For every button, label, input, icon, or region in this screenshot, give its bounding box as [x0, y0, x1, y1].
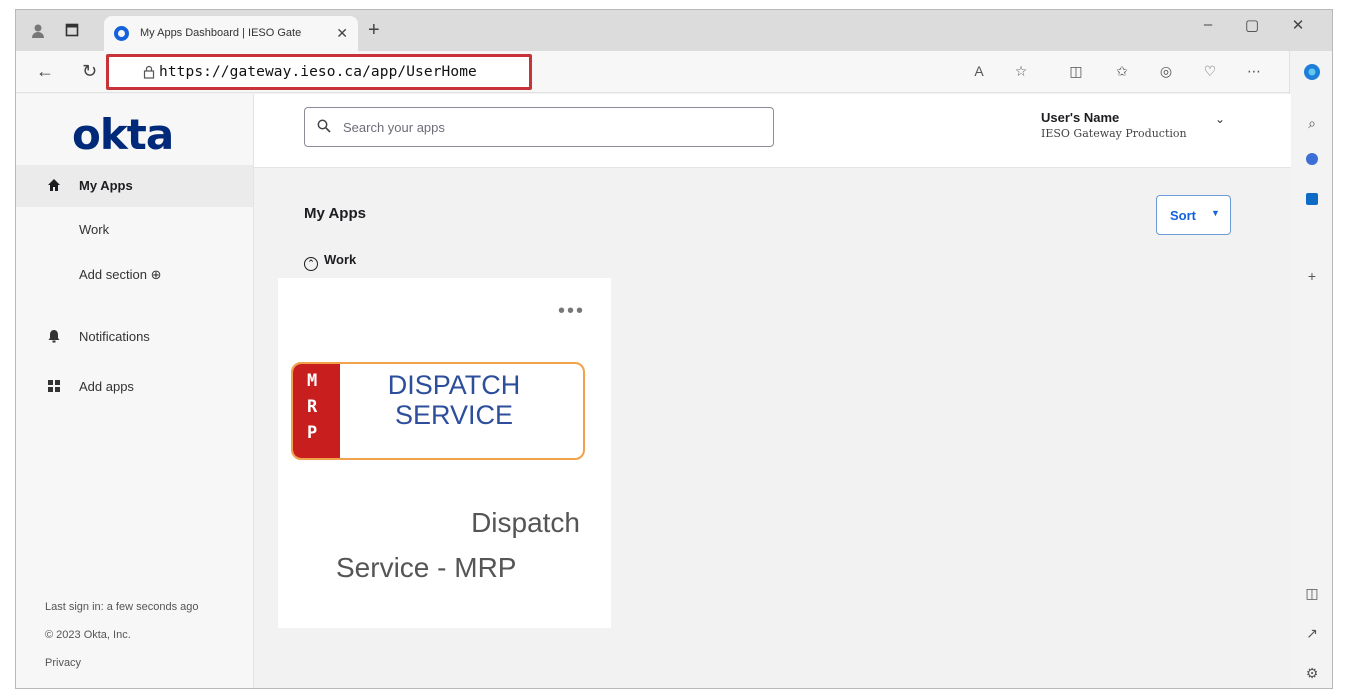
url-text: https://gateway.ieso.ca/app/UserHome — [159, 64, 477, 80]
hide-sidebar-icon[interactable]: ◫ — [1302, 583, 1322, 603]
sort-label: Sort — [1170, 208, 1196, 223]
sidebar-item-work[interactable]: Work — [16, 209, 253, 251]
top-bar: Search your apps User's Name IESO Gatewa… — [254, 94, 1291, 168]
add-sidebar-app-icon[interactable]: + — [1302, 266, 1322, 286]
browser-window: My Apps Dashboard | IESO Gate ✕ + – ▢ ✕ … — [15, 9, 1333, 689]
sidebar-item-label: My Apps — [79, 178, 133, 193]
collections-icon[interactable]: ◎ — [1156, 63, 1176, 80]
more-options-icon[interactable]: ••• — [558, 300, 585, 323]
close-tab-icon[interactable]: ✕ — [336, 25, 348, 42]
minimize-icon[interactable]: – — [1196, 16, 1220, 33]
work-section-toggle[interactable]: ⌃ Work — [304, 252, 356, 271]
bell-icon — [47, 329, 63, 345]
sidebar-item-label: Add section ⊕ — [79, 267, 161, 283]
app-title-line2: Service - MRP — [336, 552, 517, 583]
favorite-star-icon[interactable]: ☆ — [1011, 63, 1031, 80]
url-field[interactable]: https://gateway.ieso.ca/app/UserHome — [106, 54, 532, 90]
search-input[interactable]: Search your apps — [304, 107, 774, 147]
address-bar: ← ↻ https://gateway.ieso.ca/app/UserHome… — [16, 51, 1332, 93]
mrp-letter-m: M — [307, 371, 318, 391]
restore-icon[interactable]: ▢ — [1240, 16, 1264, 34]
search-sidebar-icon[interactable]: ⌕ — [1302, 113, 1322, 133]
grid-icon — [47, 379, 63, 395]
active-tab[interactable]: My Apps Dashboard | IESO Gate ✕ — [104, 16, 358, 51]
logo-word-dispatch: DISPATCH — [387, 370, 521, 400]
split-screen-icon[interactable]: ◫ — [1066, 63, 1086, 80]
okta-dashboard: okta My Apps Work Add section ⊕ Notifica… — [16, 94, 1291, 688]
search-icon — [317, 119, 331, 133]
user-org: IESO Gateway Production — [1041, 127, 1187, 140]
external-link-icon[interactable]: ↗ — [1302, 623, 1322, 643]
sidebar-item-add-apps[interactable]: Add apps — [16, 366, 253, 408]
sidebar-item-notifications[interactable]: Notifications — [16, 316, 253, 358]
sidebar-item-label: Work — [79, 222, 110, 237]
okta-favicon-icon — [114, 26, 129, 41]
more-menu-icon[interactable]: ⋯ — [1244, 63, 1264, 80]
edge-sidebar: ⌕ + ◫ ↗ ⚙ — [1289, 51, 1332, 688]
refresh-icon[interactable]: ↻ — [82, 61, 97, 82]
extensions-icon[interactable]: ♡ — [1200, 63, 1220, 80]
tab-strip: My Apps Dashboard | IESO Gate ✕ + – ▢ ✕ — [16, 10, 1332, 51]
mrp-letter-p: P — [307, 423, 318, 443]
lock-icon — [143, 65, 155, 79]
main-content: My Apps Sort ▼ ⌃ Work ••• M R P DISPATCH … — [254, 168, 1291, 688]
copyright-text: © 2023 Okta, Inc. — [45, 629, 131, 641]
search-placeholder: Search your apps — [343, 120, 445, 135]
tab-title: My Apps Dashboard | IESO Gate — [140, 27, 302, 39]
sort-button[interactable]: Sort ▼ — [1156, 195, 1231, 235]
sidebar: okta My Apps Work Add section ⊕ Notifica… — [16, 94, 254, 688]
user-menu[interactable]: User's Name IESO Gateway Production ⌄ — [1041, 110, 1225, 140]
new-tab-button[interactable]: + — [368, 19, 380, 42]
okta-logo[interactable]: okta — [72, 110, 174, 159]
work-section-label: Work — [324, 252, 357, 267]
mrp-letter-r: R — [307, 397, 318, 417]
outlook-icon[interactable] — [1302, 191, 1322, 211]
favorites-icon[interactable]: ✩ — [1112, 63, 1132, 80]
settings-gear-icon[interactable]: ⚙ — [1302, 663, 1322, 683]
chevron-down-icon: ⌄ — [1215, 112, 1226, 126]
add-circle-icon: ⊕ — [150, 267, 162, 282]
copilot-icon[interactable] — [1302, 63, 1322, 83]
sidebar-item-add-section[interactable]: Add section ⊕ — [16, 254, 253, 296]
profile-icon[interactable] — [30, 23, 46, 39]
app-tile[interactable]: ••• M R P DISPATCH SERVICE Dispatch Serv… — [278, 278, 611, 628]
sidebar-item-label: Notifications — [79, 329, 150, 344]
read-aloud-icon[interactable]: A — [969, 63, 989, 79]
caret-down-icon: ▼ — [1211, 208, 1220, 218]
logo-word-service: SERVICE — [394, 400, 514, 430]
app-title-line1: Dispatch — [471, 507, 580, 538]
close-window-icon[interactable]: ✕ — [1286, 16, 1310, 34]
home-icon — [47, 178, 63, 194]
user-name: User's Name — [1041, 110, 1120, 125]
sidebar-item-my-apps[interactable]: My Apps — [16, 165, 253, 207]
privacy-link[interactable]: Privacy — [45, 657, 81, 669]
office-icon[interactable] — [1302, 151, 1322, 171]
page-title: My Apps — [304, 205, 366, 222]
back-arrow-icon[interactable]: ← — [36, 61, 54, 82]
add-section-text: Add section — [79, 267, 147, 282]
app-logo: M R P DISPATCH SERVICE — [291, 362, 585, 460]
app-title: Dispatch Service - MRP — [318, 500, 580, 590]
chevron-up-circle-icon: ⌃ — [304, 257, 318, 271]
tab-actions-icon[interactable] — [64, 23, 80, 39]
last-sign-in-text: Last sign in: a few seconds ago — [45, 601, 199, 613]
sidebar-item-label: Add apps — [79, 379, 134, 394]
